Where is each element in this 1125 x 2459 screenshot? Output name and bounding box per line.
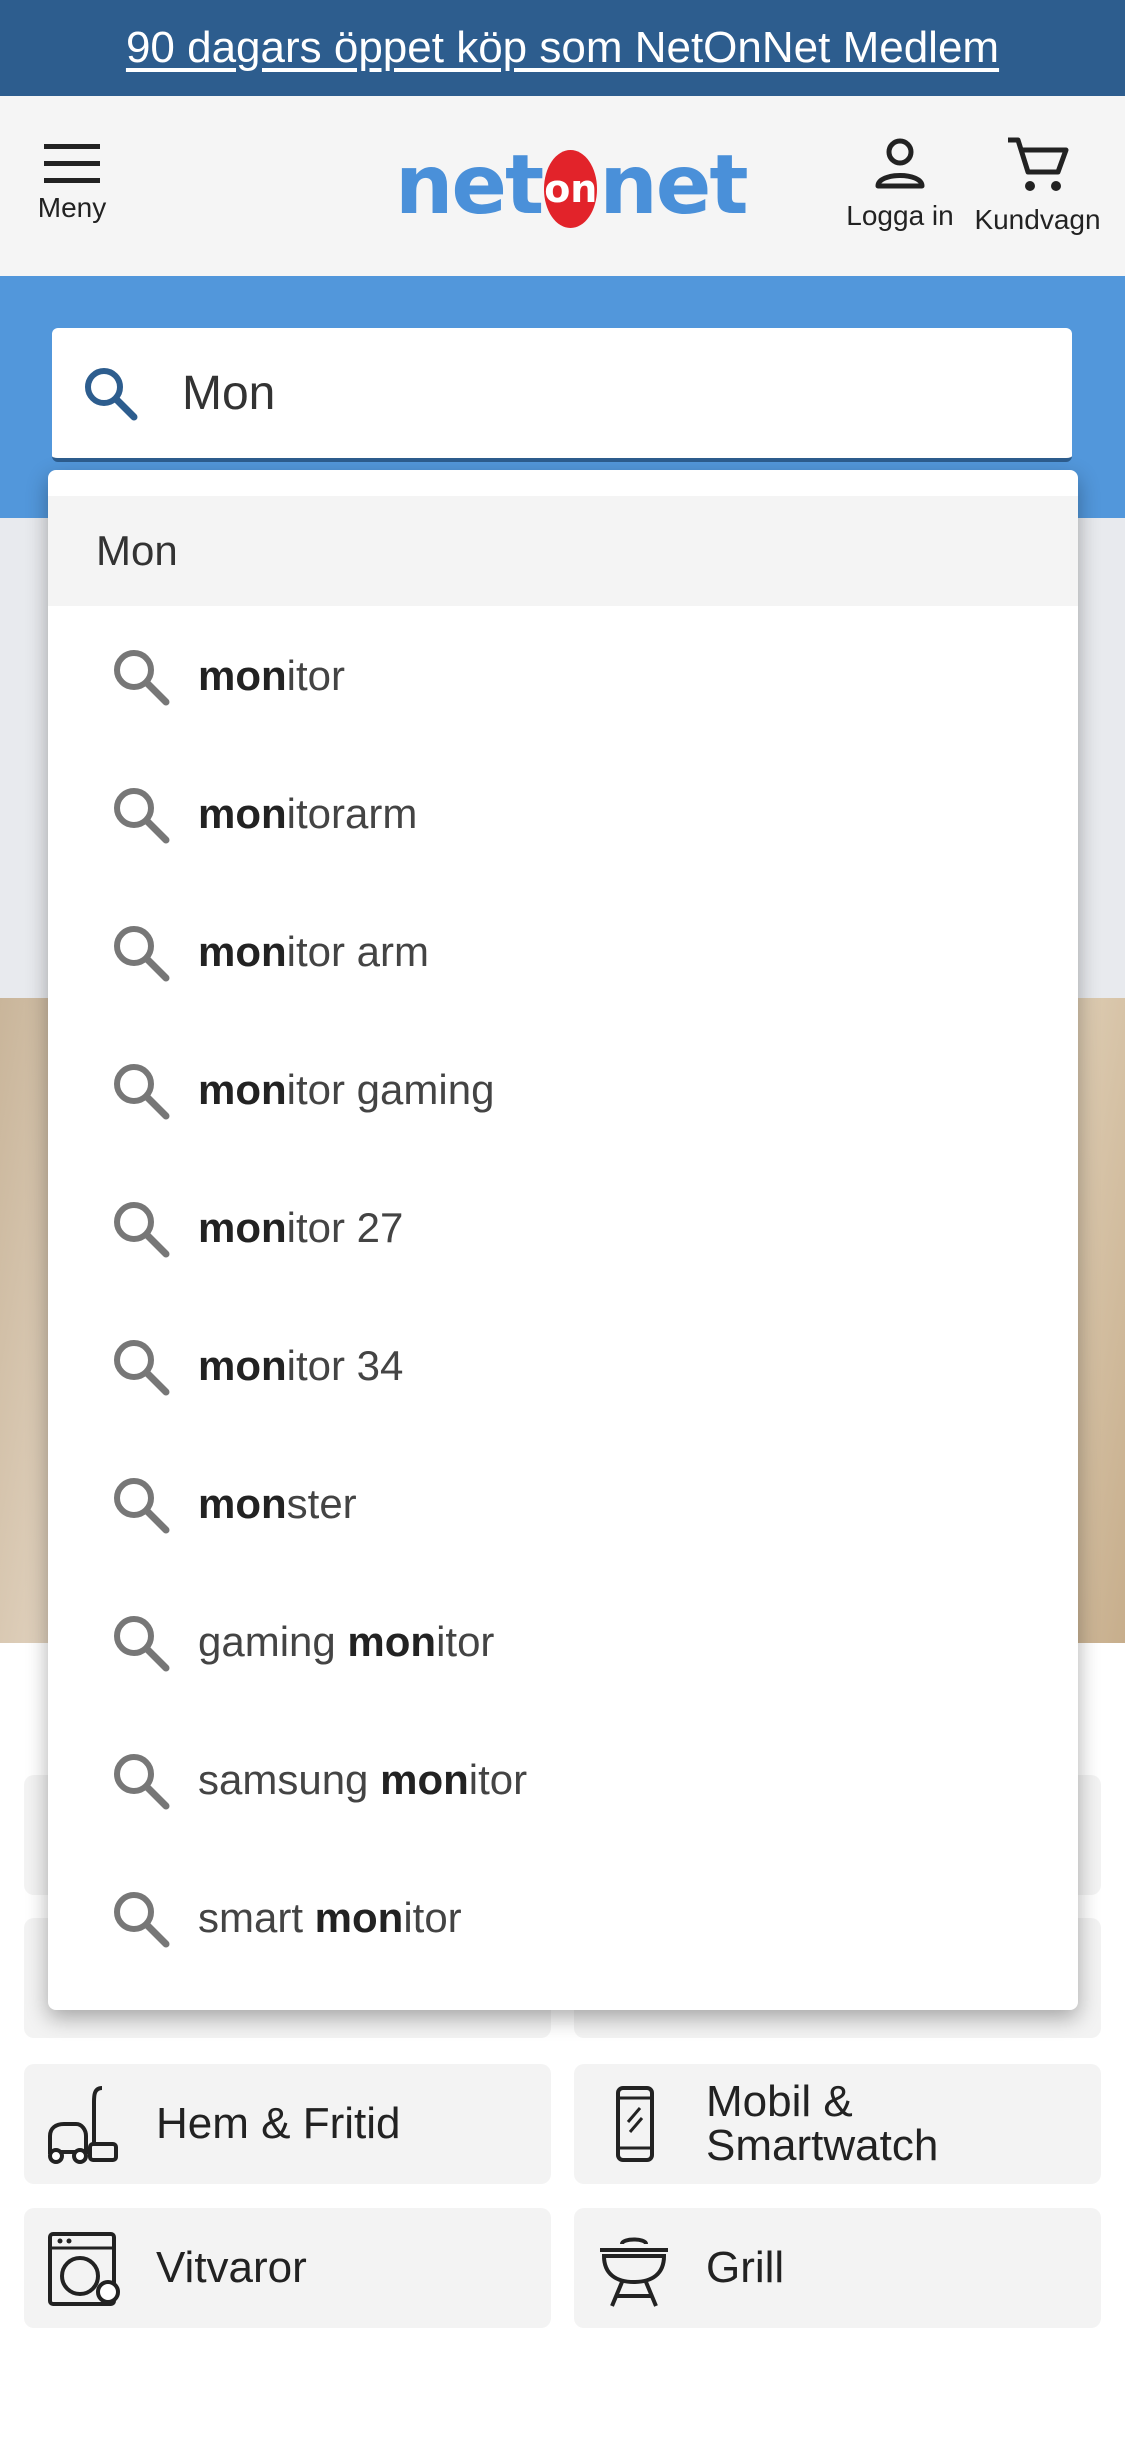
cart-button[interactable]: Kundvagn <box>970 96 1105 276</box>
shopping-cart-icon <box>1007 137 1068 191</box>
suggestion-text: samsung monitor <box>198 1756 528 1803</box>
search-suggestion-item[interactable]: gaming monitor <box>48 1573 1078 1711</box>
search-icon <box>114 1754 170 1810</box>
logo-text-on: on <box>544 150 598 228</box>
search-suggestion-item[interactable]: monster <box>48 1435 1078 1573</box>
suggestion-text: monster <box>198 1480 357 1527</box>
search-suggestion-item[interactable]: smart monitor <box>48 1849 1078 1987</box>
search-icon <box>114 1478 170 1534</box>
current-query-row[interactable]: Mon <box>48 496 1078 606</box>
search-icon <box>114 1616 170 1672</box>
suggestion-text: monitor 34 <box>198 1342 404 1389</box>
cart-label: Kundvagn <box>974 204 1101 235</box>
header: Meny net on net Logga in Kundvagn <box>0 96 1125 276</box>
search-input[interactable] <box>182 365 982 421</box>
category-tile-hem-fritid[interactable]: Hem & Fritid <box>24 2064 551 2184</box>
netonnet-logo[interactable]: net on net <box>395 138 749 233</box>
search-icon <box>114 1892 170 1948</box>
user-icon <box>875 138 925 189</box>
promo-link[interactable]: 90 dagars öppet köp som NetOnNet Medlem <box>126 23 999 73</box>
search-suggestion-item[interactable]: monitor 34 <box>48 1297 1078 1435</box>
suggestion-text: smart monitor <box>198 1894 462 1941</box>
menu-button[interactable]: Meny <box>28 96 116 276</box>
search-suggestion-item[interactable]: monitor <box>48 607 1078 745</box>
grill-icon <box>600 2237 668 2307</box>
search-suggestion-item[interactable]: monitor gaming <box>48 1021 1078 1159</box>
suggestion-text: monitorarm <box>198 790 418 837</box>
logo-text-right: net <box>599 138 748 233</box>
search-icon <box>114 788 170 844</box>
search-icon <box>114 926 170 982</box>
category-label: Vitvaror <box>156 2243 307 2292</box>
category-tile-grill[interactable]: Grill <box>574 2208 1101 2328</box>
hamburger-menu-icon <box>44 144 100 183</box>
washing-machine-icon <box>48 2232 120 2306</box>
smartphone-icon <box>616 2086 654 2162</box>
suggestion-text: monitor gaming <box>198 1066 495 1113</box>
category-label: Grill <box>706 2243 785 2292</box>
login-button[interactable]: Logga in <box>840 96 960 276</box>
search-icon <box>114 1064 170 1120</box>
search-box[interactable] <box>52 328 1072 462</box>
search-suggestion-item[interactable]: samsung monitor <box>48 1711 1078 1849</box>
menu-label: Meny <box>37 192 107 223</box>
search-icon <box>85 368 138 421</box>
logo-text-left: net <box>395 138 544 233</box>
suggestion-text: monitor arm <box>198 928 430 975</box>
promo-bar: 90 dagars öppet köp som NetOnNet Medlem <box>0 0 1125 96</box>
login-label: Logga in <box>846 200 954 231</box>
search-suggestion-item[interactable]: monitor arm <box>48 883 1078 1021</box>
search-icon <box>114 650 170 706</box>
search-suggestion-item[interactable]: monitorarm <box>48 745 1078 883</box>
search-icon <box>114 1202 170 1258</box>
category-tile-vitvaror[interactable]: Vitvaror <box>24 2208 551 2328</box>
vacuum-cleaner-icon <box>48 2086 118 2164</box>
suggestion-text: gaming monitor <box>198 1618 495 1665</box>
suggestion-text: monitor <box>198 652 346 699</box>
category-label: Hem & Fritid <box>156 2099 401 2148</box>
search-icon <box>114 1340 170 1396</box>
search-suggestions-dropdown: Mon monitor monitorarm monitor arm monitor … <box>48 470 1078 2010</box>
category-label: Mobil & Smartwatch <box>706 2077 939 2170</box>
search-suggestion-item[interactable]: monitor 27 <box>48 1159 1078 1297</box>
suggestion-text: monitor 27 <box>198 1204 404 1251</box>
category-tile-mobil-smartwatch[interactable]: Mobil & Smartwatch <box>574 2064 1101 2184</box>
